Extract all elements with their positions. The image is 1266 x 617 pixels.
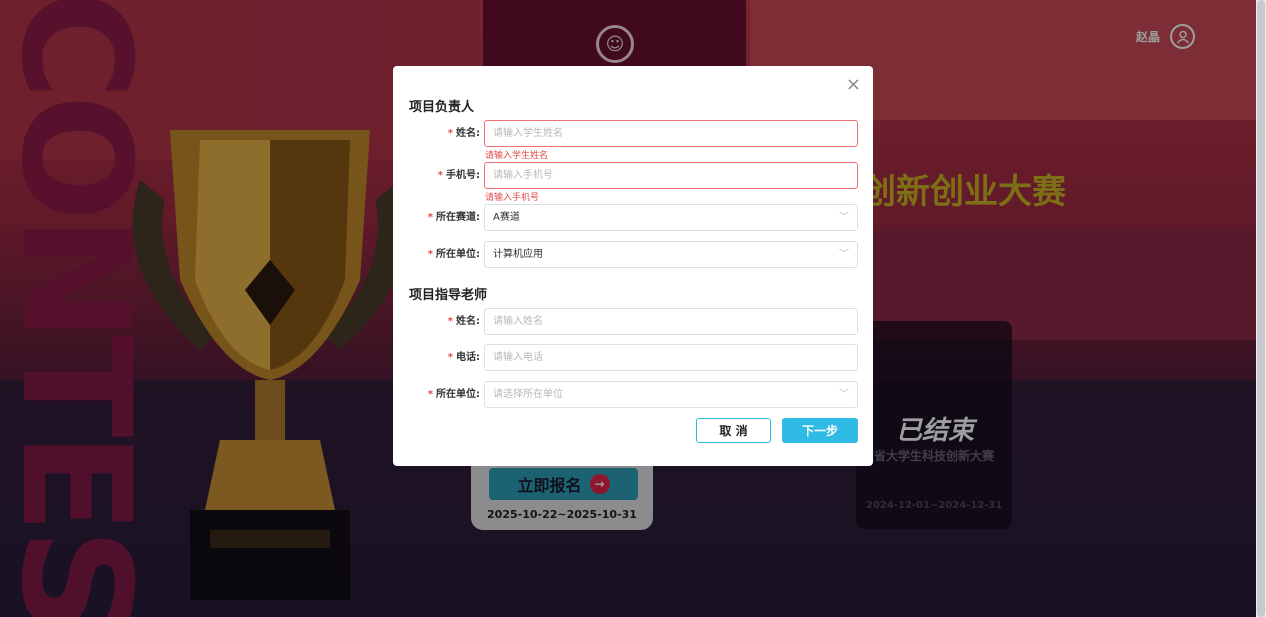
leader-name-row: * 姓名: 请输入学生姓名 — [393, 120, 873, 147]
scrollbar-thumb[interactable] — [1257, 0, 1265, 617]
next-step-button[interactable]: 下一步 — [782, 418, 858, 443]
leader-unit-row: * 所在单位: 计算机应用 ﹀ — [393, 241, 873, 268]
leader-section-title: 项目负责人 — [409, 100, 475, 115]
leader-unit-label: 所在单位: — [436, 249, 480, 260]
leader-track-label: 所在赛道: — [436, 212, 480, 223]
teacher-phone-input[interactable]: 请输入电话 — [484, 344, 858, 371]
leader-unit-select[interactable]: 计算机应用 ﹀ — [484, 241, 858, 268]
teacher-name-row: * 姓名: 请输入姓名 — [393, 308, 873, 335]
leader-phone-error: 请输入手机号 — [485, 193, 540, 203]
leader-unit-select-value: 计算机应用 — [493, 249, 543, 260]
leader-phone-row: * 手机号: 请输入手机号 — [393, 162, 873, 189]
teacher-name-input[interactable]: 请输入姓名 — [484, 308, 858, 335]
track-select-value: A赛道 — [493, 212, 520, 223]
teacher-unit-row: * 所在单位: 请选择所在单位 ﹀ — [393, 381, 873, 408]
chevron-down-icon: ﹀ — [839, 249, 849, 260]
leader-name-error: 请输入学生姓名 — [485, 151, 549, 161]
registration-modal: × 项目负责人 * 姓名: 请输入学生姓名 请输入学生姓名 * 手机号: 请输入手机… — [393, 66, 873, 466]
teacher-phone-row: * 电话: 请输入电话 — [393, 344, 873, 371]
leader-name-label: 姓名: — [456, 128, 480, 139]
teacher-name-label: 姓名: — [456, 316, 480, 327]
cancel-button[interactable]: 取 消 — [696, 418, 771, 443]
teacher-phone-label: 电话: — [456, 352, 480, 363]
leader-track-row: * 所在赛道: A赛道 ﹀ — [393, 204, 873, 231]
teacher-unit-select[interactable]: 请选择所在单位 ﹀ — [484, 381, 858, 408]
teacher-unit-placeholder: 请选择所在单位 — [493, 389, 563, 400]
teacher-unit-label: 所在单位: — [436, 389, 480, 400]
leader-name-input[interactable]: 请输入学生姓名 — [484, 120, 858, 147]
track-select[interactable]: A赛道 ﹀ — [484, 204, 858, 231]
leader-phone-label: 手机号: — [446, 170, 480, 181]
chevron-down-icon: ﹀ — [839, 389, 849, 400]
chevron-down-icon: ﹀ — [839, 212, 849, 223]
close-icon[interactable]: × — [846, 76, 861, 94]
leader-phone-input[interactable]: 请输入手机号 — [484, 162, 858, 189]
teacher-section-title: 项目指导老师 — [409, 288, 488, 303]
